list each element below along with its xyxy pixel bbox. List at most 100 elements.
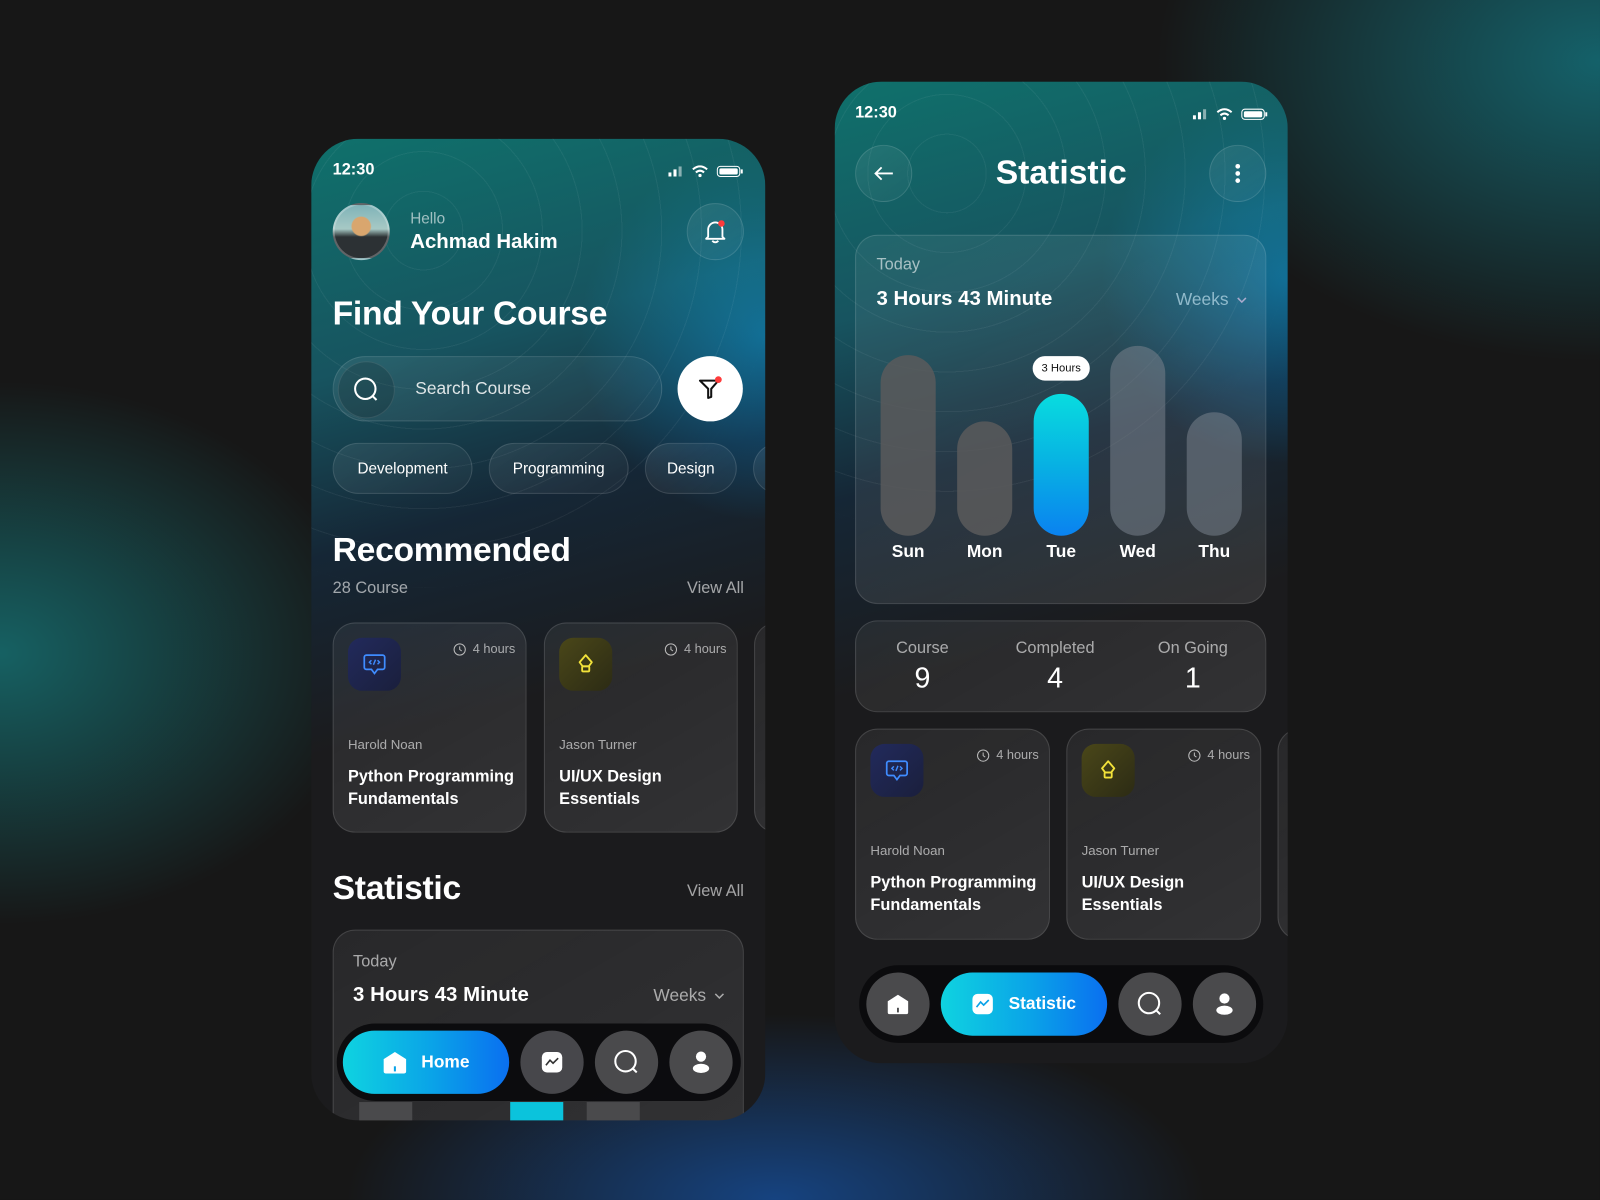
course-icon-tile bbox=[559, 637, 613, 691]
pen-tool-icon bbox=[1101, 760, 1116, 779]
bar-sun[interactable] bbox=[880, 355, 936, 536]
statistic-view-all-link[interactable]: View All bbox=[687, 883, 744, 901]
bell-icon bbox=[705, 220, 726, 244]
bar-label-sun: Sun bbox=[891, 541, 925, 562]
course-duration-text: 4 hours bbox=[472, 641, 516, 657]
nav-home-button[interactable] bbox=[866, 972, 930, 1036]
clock-icon bbox=[665, 642, 678, 656]
course-card[interactable]: 4 hours Harold Noan Python Programming F… bbox=[855, 728, 1050, 940]
clock-icon bbox=[453, 642, 467, 656]
summary-label: On Going bbox=[1157, 639, 1228, 658]
avatar[interactable] bbox=[332, 203, 390, 261]
summary-ongoing: On Going 1 bbox=[1142, 640, 1244, 695]
more-vertical-icon bbox=[1235, 163, 1241, 183]
chevron-down-icon bbox=[714, 993, 725, 999]
pen-tool-icon bbox=[578, 654, 593, 673]
bar-mon[interactable] bbox=[957, 421, 1013, 536]
course-author: Harold Noan bbox=[870, 842, 945, 859]
bottom-nav: Statistic bbox=[859, 965, 1264, 1043]
summary-course: Course 9 bbox=[877, 640, 969, 695]
search-icon bbox=[354, 377, 378, 401]
category-chip-programming[interactable]: Programming bbox=[488, 442, 629, 494]
home-screen: 12:30 Hello Achmad Hakim Find Your Cours… bbox=[311, 138, 766, 1121]
bar-label-thu: Thu bbox=[1198, 541, 1231, 562]
search-input[interactable]: Search Course bbox=[332, 356, 663, 422]
chart-icon bbox=[972, 993, 994, 1015]
course-duration-text: 4 hours bbox=[996, 747, 1039, 763]
course-title: UI/UX Design Essentials bbox=[1081, 874, 1185, 915]
summary-label: Course bbox=[896, 639, 949, 658]
period-value: Weeks bbox=[653, 985, 707, 1006]
category-chip-design[interactable]: Design bbox=[644, 442, 737, 494]
search-icon bbox=[614, 1049, 638, 1074]
summary-value: 4 bbox=[1047, 662, 1064, 694]
chart-icon bbox=[541, 1052, 563, 1073]
bar-chart: Sun Mon Tue 3 Hours Wed Thu bbox=[856, 236, 1267, 605]
course-card[interactable]: 4 hours Jason Turner UI/UX Design Essent… bbox=[1066, 728, 1262, 940]
nav-home-button[interactable]: Home bbox=[342, 1030, 510, 1094]
today-label: Today bbox=[353, 953, 397, 971]
summary-value: 1 bbox=[1184, 662, 1201, 694]
notification-button[interactable] bbox=[686, 203, 744, 261]
code-chat-icon bbox=[885, 760, 909, 782]
user-icon bbox=[1216, 993, 1233, 1015]
weekly-chart-card: Today 3 Hours 43 Minute Weeks Sun Mon Tue 3… bbox=[855, 234, 1267, 605]
course-card[interactable]: 4 hours Harold Noan Python Programming F… bbox=[332, 622, 527, 833]
wifi-icon bbox=[692, 165, 708, 178]
recommended-view-all-link[interactable]: View All bbox=[687, 580, 744, 598]
bar-label-wed: Wed bbox=[1119, 541, 1156, 562]
clock-icon bbox=[1188, 748, 1201, 762]
nav-statistic-button[interactable]: Statistic bbox=[940, 972, 1108, 1036]
course-card[interactable]: 4 hours Jason Turner UI/UX Design Essent… bbox=[543, 622, 738, 833]
nav-search-button[interactable] bbox=[594, 1030, 659, 1094]
bar-thu[interactable] bbox=[1186, 412, 1242, 536]
course-card-partial[interactable] bbox=[754, 622, 766, 833]
course-duration: 4 hours bbox=[665, 642, 727, 656]
status-icons bbox=[668, 165, 743, 178]
page-title: Find Your Course bbox=[332, 293, 608, 332]
nav-search-button[interactable] bbox=[1118, 972, 1182, 1036]
course-author: Harold Noan bbox=[347, 736, 423, 753]
statistic-screen: 12:30 Statistic Today 3 Hours 43 Minute … bbox=[834, 81, 1288, 1064]
course-title: Python Programming Fundamentals bbox=[870, 874, 1037, 915]
signal-icon bbox=[668, 166, 682, 177]
search-placeholder: Search Course bbox=[415, 378, 532, 398]
signal-icon bbox=[1192, 109, 1207, 120]
course-icon-tile bbox=[870, 743, 924, 797]
more-options-button[interactable] bbox=[1209, 144, 1267, 203]
nav-statistic-label: Statistic bbox=[1008, 993, 1077, 1014]
bar-wed[interactable] bbox=[1110, 345, 1166, 536]
summary-value: 9 bbox=[914, 662, 931, 694]
search-icon bbox=[1137, 991, 1161, 1015]
period-dropdown[interactable]: Weeks bbox=[653, 985, 725, 1006]
filter-icon bbox=[698, 376, 722, 399]
search-button[interactable] bbox=[337, 361, 395, 419]
bar-tooltip: 3 Hours bbox=[1032, 355, 1090, 381]
category-chip-development[interactable]: Development bbox=[332, 442, 473, 494]
course-title: UI/UX Design Essentials bbox=[559, 768, 662, 809]
home-icon bbox=[887, 994, 909, 1015]
bar-label-tue: Tue bbox=[1046, 541, 1076, 562]
nav-home-label: Home bbox=[421, 1052, 470, 1072]
nav-profile-button[interactable] bbox=[669, 1030, 733, 1094]
course-title: Python Programming Fundamentals bbox=[347, 768, 514, 809]
wifi-icon bbox=[1216, 108, 1233, 120]
bar-tue[interactable] bbox=[1033, 393, 1089, 536]
course-author: Jason Turner bbox=[1081, 842, 1160, 859]
clock-icon bbox=[977, 748, 990, 762]
recommended-title: Recommended bbox=[332, 530, 571, 569]
category-chip-more[interactable] bbox=[753, 442, 766, 494]
status-time: 12:30 bbox=[855, 104, 897, 122]
user-name: Achmad Hakim bbox=[410, 230, 558, 254]
preview-bar bbox=[510, 1102, 564, 1121]
course-duration: 4 hours bbox=[453, 642, 515, 656]
home-icon bbox=[383, 1052, 406, 1074]
canvas-background: 12:30 Hello Achmad Hakim Find Your Cours… bbox=[0, 0, 1600, 1200]
filter-button[interactable] bbox=[677, 356, 743, 422]
course-duration: 4 hours bbox=[1188, 748, 1250, 762]
statistic-title: Statistic bbox=[332, 868, 462, 907]
nav-profile-button[interactable] bbox=[1192, 972, 1257, 1036]
course-card-partial[interactable] bbox=[1277, 728, 1288, 940]
status-icons bbox=[1192, 108, 1268, 120]
nav-statistic-button[interactable] bbox=[520, 1030, 584, 1094]
